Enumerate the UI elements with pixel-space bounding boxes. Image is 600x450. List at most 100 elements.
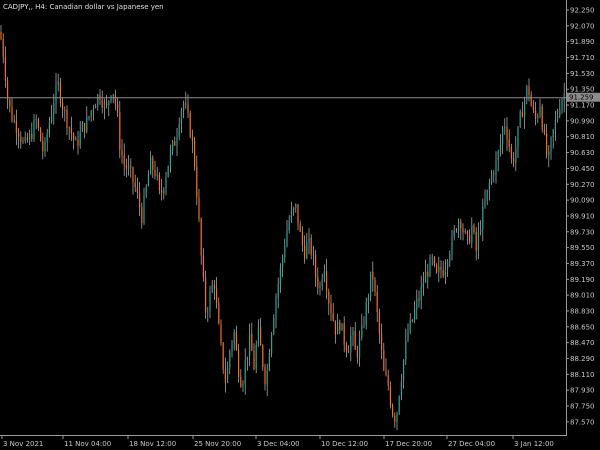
candle-body-bull [35, 119, 37, 121]
candle-body-bull [293, 207, 295, 211]
candle-body-bull [55, 84, 57, 104]
candle-body-bull [75, 139, 77, 141]
candle-body-bull [499, 143, 501, 152]
candle-body-bear [187, 104, 189, 113]
candle-body-bear [356, 349, 358, 358]
candle-body-bull [554, 119, 556, 130]
candle-body-bull [471, 225, 473, 243]
candle-body-bull [29, 133, 31, 141]
candle-body-bear [374, 279, 376, 292]
candle-body-bull [367, 297, 369, 302]
candle-body-bull [79, 131, 81, 147]
candle-body-bull [150, 157, 152, 175]
candle-body-bear [194, 141, 196, 167]
candle-body-bull [453, 229, 455, 237]
candle-body-bull [172, 141, 174, 151]
candle-body-bull [438, 266, 440, 273]
candle-body-bull [143, 195, 145, 224]
candle-body-bear [455, 229, 457, 231]
candle-body-bear [134, 182, 136, 188]
candle-body-bear [114, 94, 116, 104]
candle-body-bull [484, 200, 486, 207]
candle-body-bear [196, 166, 198, 198]
candle-body-bull [33, 119, 35, 139]
price-tick-label: 88.290 [570, 355, 595, 363]
candle-body-bear [348, 351, 350, 353]
candle-body-bull [537, 116, 539, 119]
candle-body-bull [539, 106, 541, 117]
candle-body-bull [486, 189, 488, 201]
candle-body-bull [488, 183, 490, 190]
candle-body-bull [255, 345, 257, 370]
candle-body-bear [317, 277, 319, 288]
candle-body-bear [372, 271, 374, 280]
price-tick-label: 87.750 [570, 403, 595, 411]
candle-body-bear [381, 333, 383, 351]
candle-body-bear [130, 166, 132, 168]
candle-body-bear [378, 312, 380, 334]
candle-body-bear [224, 369, 226, 383]
price-tick-label: 89.190 [570, 276, 595, 284]
candle-body-bull [257, 326, 259, 345]
candle-body-bull [97, 94, 99, 106]
time-tick-label: 3 Dec 04:00 [257, 440, 300, 448]
candle-body-bear [240, 377, 242, 387]
candle-body-bull [341, 323, 343, 331]
candle-body-bear [139, 192, 141, 208]
candle-body-bull [548, 151, 550, 156]
candle-body-bear [332, 313, 334, 321]
candle-body-bull [108, 101, 110, 106]
candle-body-bear [411, 319, 413, 321]
time-tick-label: 3 Jan 12:00 [514, 440, 554, 448]
candle-body-bull [519, 111, 521, 127]
candle-body-bull [409, 319, 411, 332]
candle-body-bull [495, 160, 497, 175]
time-tick-label: 27 Dec 04:00 [448, 440, 495, 448]
candle-body-bull [295, 204, 297, 208]
candle-body-bull [48, 122, 50, 135]
candle-body-bear [440, 266, 442, 271]
candle-body-bear [433, 257, 435, 265]
candle-body-bull [308, 238, 310, 243]
candle-body-bear [9, 99, 11, 107]
price-tick-label: 92.250 [570, 7, 595, 15]
candle-body-bull [207, 311, 209, 313]
candle-body-bull [449, 254, 451, 262]
candle-body-bull [266, 370, 268, 385]
candle-body-bull [46, 134, 48, 142]
candle-body-bull [491, 173, 493, 183]
candle-body-bull [504, 126, 506, 129]
candle-body-bull [57, 81, 59, 85]
candle-body-bear [88, 116, 90, 118]
candle-body-bull [273, 318, 275, 334]
candle-body-bull [515, 147, 517, 163]
candle-body-bear [123, 155, 125, 165]
candle-body-bear [119, 111, 121, 151]
candle-body-bear [220, 323, 222, 343]
candle-body-bull [561, 100, 563, 110]
candle-body-bull [407, 331, 409, 341]
candle-body-bear [530, 94, 532, 107]
candle-body-bear [15, 121, 17, 134]
candle-body-bull [279, 267, 281, 284]
price-tick-label: 91.710 [570, 54, 595, 62]
candle-body-bear [427, 271, 429, 277]
candle-body-bear [389, 385, 391, 406]
candle-body-bull [431, 257, 433, 258]
time-tick-label: 25 Nov 20:00 [194, 440, 241, 448]
candle-body-bear [26, 137, 28, 141]
candle-body-bull [550, 137, 552, 151]
candle-body-bear [40, 128, 42, 142]
candle-body-bear [62, 102, 64, 110]
candle-body-bull [22, 140, 24, 142]
price-chart[interactable]: 92.250 92.070 91.890 91.710 91.530 91.350 91.1… [0, 0, 600, 450]
candle-body-bear [543, 129, 545, 133]
candle-body-bull [112, 94, 114, 96]
candle-body-bear [66, 109, 68, 128]
candle-body-bull [249, 333, 251, 357]
candle-body-bull [282, 257, 284, 268]
candle-body-bear [466, 231, 468, 235]
candle-body-bull [268, 353, 270, 371]
candle-body-bear [18, 133, 20, 137]
candle-body-bull [284, 246, 286, 258]
